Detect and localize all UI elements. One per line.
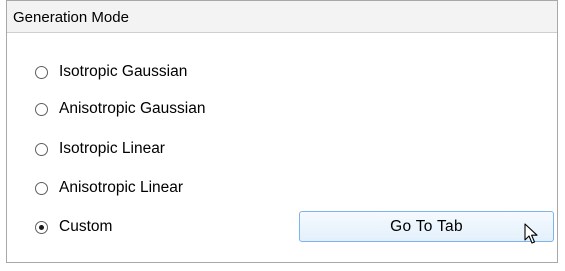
go-to-tab-label: Go To Tab [390,217,463,235]
radio-label-custom: Custom [59,218,113,235]
arrow-pointer-icon [524,223,538,244]
radio-button-isotropic-linear[interactable] [35,142,48,156]
radio-option-anisotropic-gaussian[interactable]: Anisotropic Gaussian [35,98,205,120]
group-header: Generation Mode [7,1,557,33]
radio-option-custom[interactable]: Custom [35,216,112,238]
radio-label-isotropic-gaussian: Isotropic Gaussian [59,63,188,80]
radio-option-anisotropic-linear[interactable]: Anisotropic Linear [35,177,183,199]
radio-label-anisotropic-linear: Anisotropic Linear [59,179,184,196]
radio-button-anisotropic-linear[interactable] [35,181,48,195]
radio-label-isotropic-linear: Isotropic Linear [59,140,165,157]
generation-mode-group: Generation Mode Isotropic Gaussian Aniso… [6,0,558,263]
radio-label-anisotropic-gaussian: Anisotropic Gaussian [59,100,206,117]
radio-button-anisotropic-gaussian[interactable] [35,102,48,116]
radio-option-isotropic-linear[interactable]: Isotropic Linear [35,138,165,160]
radio-button-isotropic-gaussian[interactable] [35,65,48,79]
radio-button-custom[interactable] [35,220,48,234]
radio-option-isotropic-gaussian[interactable]: Isotropic Gaussian [35,61,187,83]
group-title: Generation Mode [13,9,129,26]
go-to-tab-button[interactable]: Go To Tab [299,211,554,242]
